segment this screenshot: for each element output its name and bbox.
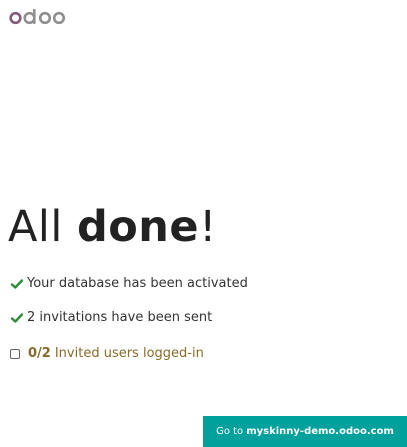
page-title: All done! (8, 198, 217, 256)
page: All done! Your database has been activat… (0, 0, 407, 447)
status-activated-text: Your database has been activated (27, 276, 248, 291)
go-to-database-button[interactable]: Go to myskinny-demo.odoo.com (203, 416, 407, 447)
page-title-light: All (8, 202, 77, 252)
status-invitations: 2 invitations have been sent (10, 310, 212, 325)
page-title-suffix: ! (199, 202, 217, 252)
invited-users-label: Invited users logged-in (54, 346, 204, 361)
odoo-logo-icon (9, 9, 66, 25)
status-activated: Your database has been activated (10, 276, 248, 291)
invited-users-count: 0/2 (28, 346, 51, 361)
go-to-domain: myskinny-demo.odoo.com (246, 426, 394, 437)
page-title-bold: done (76, 202, 200, 252)
odoo-logo (9, 6, 67, 28)
check-icon (10, 277, 23, 290)
status-invited-users: 0/2 Invited users logged-in (10, 346, 204, 361)
unchecked-box-icon (10, 348, 20, 359)
check-icon (10, 311, 23, 324)
status-invitations-text: 2 invitations have been sent (27, 310, 213, 325)
go-to-prefix: Go to (216, 426, 244, 437)
